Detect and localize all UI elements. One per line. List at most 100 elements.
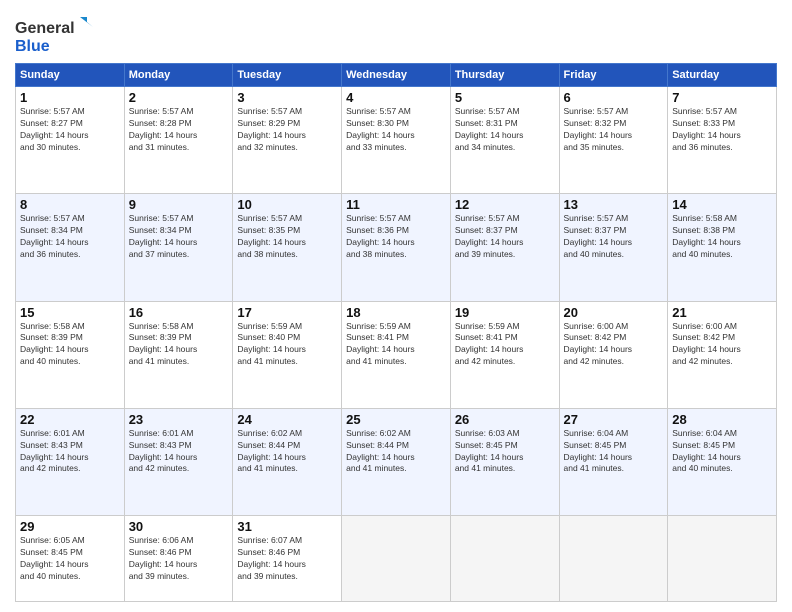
day-info: Sunrise: 5:59 AM Sunset: 8:41 PM Dayligh… [346,321,446,369]
day-info: Sunrise: 6:01 AM Sunset: 8:43 PM Dayligh… [20,428,120,476]
day-info: Sunrise: 5:59 AM Sunset: 8:40 PM Dayligh… [237,321,337,369]
day-info: Sunrise: 5:57 AM Sunset: 8:27 PM Dayligh… [20,106,120,154]
calendar-cell: 9Sunrise: 5:57 AM Sunset: 8:34 PM Daylig… [124,194,233,301]
calendar-cell [559,516,668,602]
logo: GeneralBlue [15,15,95,55]
day-number: 25 [346,412,446,427]
day-info: Sunrise: 5:58 AM Sunset: 8:39 PM Dayligh… [20,321,120,369]
day-number: 4 [346,90,446,105]
day-number: 27 [564,412,664,427]
day-info: Sunrise: 5:59 AM Sunset: 8:41 PM Dayligh… [455,321,555,369]
calendar-cell: 23Sunrise: 6:01 AM Sunset: 8:43 PM Dayli… [124,408,233,515]
calendar-cell: 7Sunrise: 5:57 AM Sunset: 8:33 PM Daylig… [668,87,777,194]
calendar-cell: 2Sunrise: 5:57 AM Sunset: 8:28 PM Daylig… [124,87,233,194]
calendar-week-5: 29Sunrise: 6:05 AM Sunset: 8:45 PM Dayli… [16,516,777,602]
day-info: Sunrise: 6:00 AM Sunset: 8:42 PM Dayligh… [564,321,664,369]
calendar-cell: 4Sunrise: 5:57 AM Sunset: 8:30 PM Daylig… [342,87,451,194]
day-info: Sunrise: 6:05 AM Sunset: 8:45 PM Dayligh… [20,535,120,583]
svg-text:Blue: Blue [15,38,50,55]
day-info: Sunrise: 5:58 AM Sunset: 8:38 PM Dayligh… [672,213,772,261]
day-number: 24 [237,412,337,427]
calendar-cell: 10Sunrise: 5:57 AM Sunset: 8:35 PM Dayli… [233,194,342,301]
calendar-cell: 30Sunrise: 6:06 AM Sunset: 8:46 PM Dayli… [124,516,233,602]
day-number: 30 [129,519,229,534]
weekday-header-thursday: Thursday [450,64,559,87]
calendar-cell: 6Sunrise: 5:57 AM Sunset: 8:32 PM Daylig… [559,87,668,194]
day-info: Sunrise: 6:07 AM Sunset: 8:46 PM Dayligh… [237,535,337,583]
calendar-cell: 21Sunrise: 6:00 AM Sunset: 8:42 PM Dayli… [668,301,777,408]
day-info: Sunrise: 6:01 AM Sunset: 8:43 PM Dayligh… [129,428,229,476]
day-info: Sunrise: 5:57 AM Sunset: 8:31 PM Dayligh… [455,106,555,154]
day-number: 17 [237,305,337,320]
weekday-header-monday: Monday [124,64,233,87]
calendar-week-3: 15Sunrise: 5:58 AM Sunset: 8:39 PM Dayli… [16,301,777,408]
day-info: Sunrise: 6:04 AM Sunset: 8:45 PM Dayligh… [672,428,772,476]
calendar-cell: 26Sunrise: 6:03 AM Sunset: 8:45 PM Dayli… [450,408,559,515]
calendar-cell: 15Sunrise: 5:58 AM Sunset: 8:39 PM Dayli… [16,301,125,408]
weekday-header-friday: Friday [559,64,668,87]
calendar-cell: 28Sunrise: 6:04 AM Sunset: 8:45 PM Dayli… [668,408,777,515]
calendar-cell [668,516,777,602]
day-info: Sunrise: 5:57 AM Sunset: 8:35 PM Dayligh… [237,213,337,261]
day-number: 12 [455,197,555,212]
calendar-week-4: 22Sunrise: 6:01 AM Sunset: 8:43 PM Dayli… [16,408,777,515]
day-info: Sunrise: 5:57 AM Sunset: 8:37 PM Dayligh… [455,213,555,261]
day-info: Sunrise: 5:57 AM Sunset: 8:36 PM Dayligh… [346,213,446,261]
calendar-cell: 1Sunrise: 5:57 AM Sunset: 8:27 PM Daylig… [16,87,125,194]
day-number: 9 [129,197,229,212]
svg-text:General: General [15,20,75,37]
day-info: Sunrise: 5:57 AM Sunset: 8:32 PM Dayligh… [564,106,664,154]
day-number: 18 [346,305,446,320]
day-info: Sunrise: 6:02 AM Sunset: 8:44 PM Dayligh… [346,428,446,476]
day-info: Sunrise: 5:57 AM Sunset: 8:33 PM Dayligh… [672,106,772,154]
calendar-cell: 31Sunrise: 6:07 AM Sunset: 8:46 PM Dayli… [233,516,342,602]
calendar-cell: 18Sunrise: 5:59 AM Sunset: 8:41 PM Dayli… [342,301,451,408]
day-number: 15 [20,305,120,320]
day-number: 8 [20,197,120,212]
calendar-cell: 17Sunrise: 5:59 AM Sunset: 8:40 PM Dayli… [233,301,342,408]
day-number: 26 [455,412,555,427]
day-info: Sunrise: 6:02 AM Sunset: 8:44 PM Dayligh… [237,428,337,476]
calendar-cell: 29Sunrise: 6:05 AM Sunset: 8:45 PM Dayli… [16,516,125,602]
header: GeneralBlue [15,10,777,55]
weekday-header-tuesday: Tuesday [233,64,342,87]
calendar-cell: 14Sunrise: 5:58 AM Sunset: 8:38 PM Dayli… [668,194,777,301]
day-info: Sunrise: 6:04 AM Sunset: 8:45 PM Dayligh… [564,428,664,476]
day-number: 5 [455,90,555,105]
day-number: 1 [20,90,120,105]
day-number: 20 [564,305,664,320]
day-number: 14 [672,197,772,212]
calendar-table: SundayMondayTuesdayWednesdayThursdayFrid… [15,63,777,602]
calendar-cell: 20Sunrise: 6:00 AM Sunset: 8:42 PM Dayli… [559,301,668,408]
calendar-cell [342,516,451,602]
day-info: Sunrise: 6:00 AM Sunset: 8:42 PM Dayligh… [672,321,772,369]
calendar-week-2: 8Sunrise: 5:57 AM Sunset: 8:34 PM Daylig… [16,194,777,301]
day-info: Sunrise: 5:57 AM Sunset: 8:34 PM Dayligh… [20,213,120,261]
calendar-cell: 27Sunrise: 6:04 AM Sunset: 8:45 PM Dayli… [559,408,668,515]
day-number: 21 [672,305,772,320]
calendar-page: GeneralBlue SundayMondayTuesdayWednesday… [0,0,792,612]
day-number: 16 [129,305,229,320]
calendar-week-1: 1Sunrise: 5:57 AM Sunset: 8:27 PM Daylig… [16,87,777,194]
day-number: 13 [564,197,664,212]
day-info: Sunrise: 6:03 AM Sunset: 8:45 PM Dayligh… [455,428,555,476]
day-info: Sunrise: 5:57 AM Sunset: 8:37 PM Dayligh… [564,213,664,261]
day-number: 10 [237,197,337,212]
calendar-cell: 24Sunrise: 6:02 AM Sunset: 8:44 PM Dayli… [233,408,342,515]
day-info: Sunrise: 5:58 AM Sunset: 8:39 PM Dayligh… [129,321,229,369]
calendar-cell: 8Sunrise: 5:57 AM Sunset: 8:34 PM Daylig… [16,194,125,301]
day-info: Sunrise: 5:57 AM Sunset: 8:28 PM Dayligh… [129,106,229,154]
weekday-header-saturday: Saturday [668,64,777,87]
day-info: Sunrise: 6:06 AM Sunset: 8:46 PM Dayligh… [129,535,229,583]
day-info: Sunrise: 5:57 AM Sunset: 8:34 PM Dayligh… [129,213,229,261]
weekday-header-row: SundayMondayTuesdayWednesdayThursdayFrid… [16,64,777,87]
calendar-cell: 13Sunrise: 5:57 AM Sunset: 8:37 PM Dayli… [559,194,668,301]
weekday-header-wednesday: Wednesday [342,64,451,87]
day-number: 22 [20,412,120,427]
day-number: 29 [20,519,120,534]
day-number: 31 [237,519,337,534]
day-info: Sunrise: 5:57 AM Sunset: 8:29 PM Dayligh… [237,106,337,154]
calendar-cell: 25Sunrise: 6:02 AM Sunset: 8:44 PM Dayli… [342,408,451,515]
day-number: 11 [346,197,446,212]
calendar-cell: 11Sunrise: 5:57 AM Sunset: 8:36 PM Dayli… [342,194,451,301]
